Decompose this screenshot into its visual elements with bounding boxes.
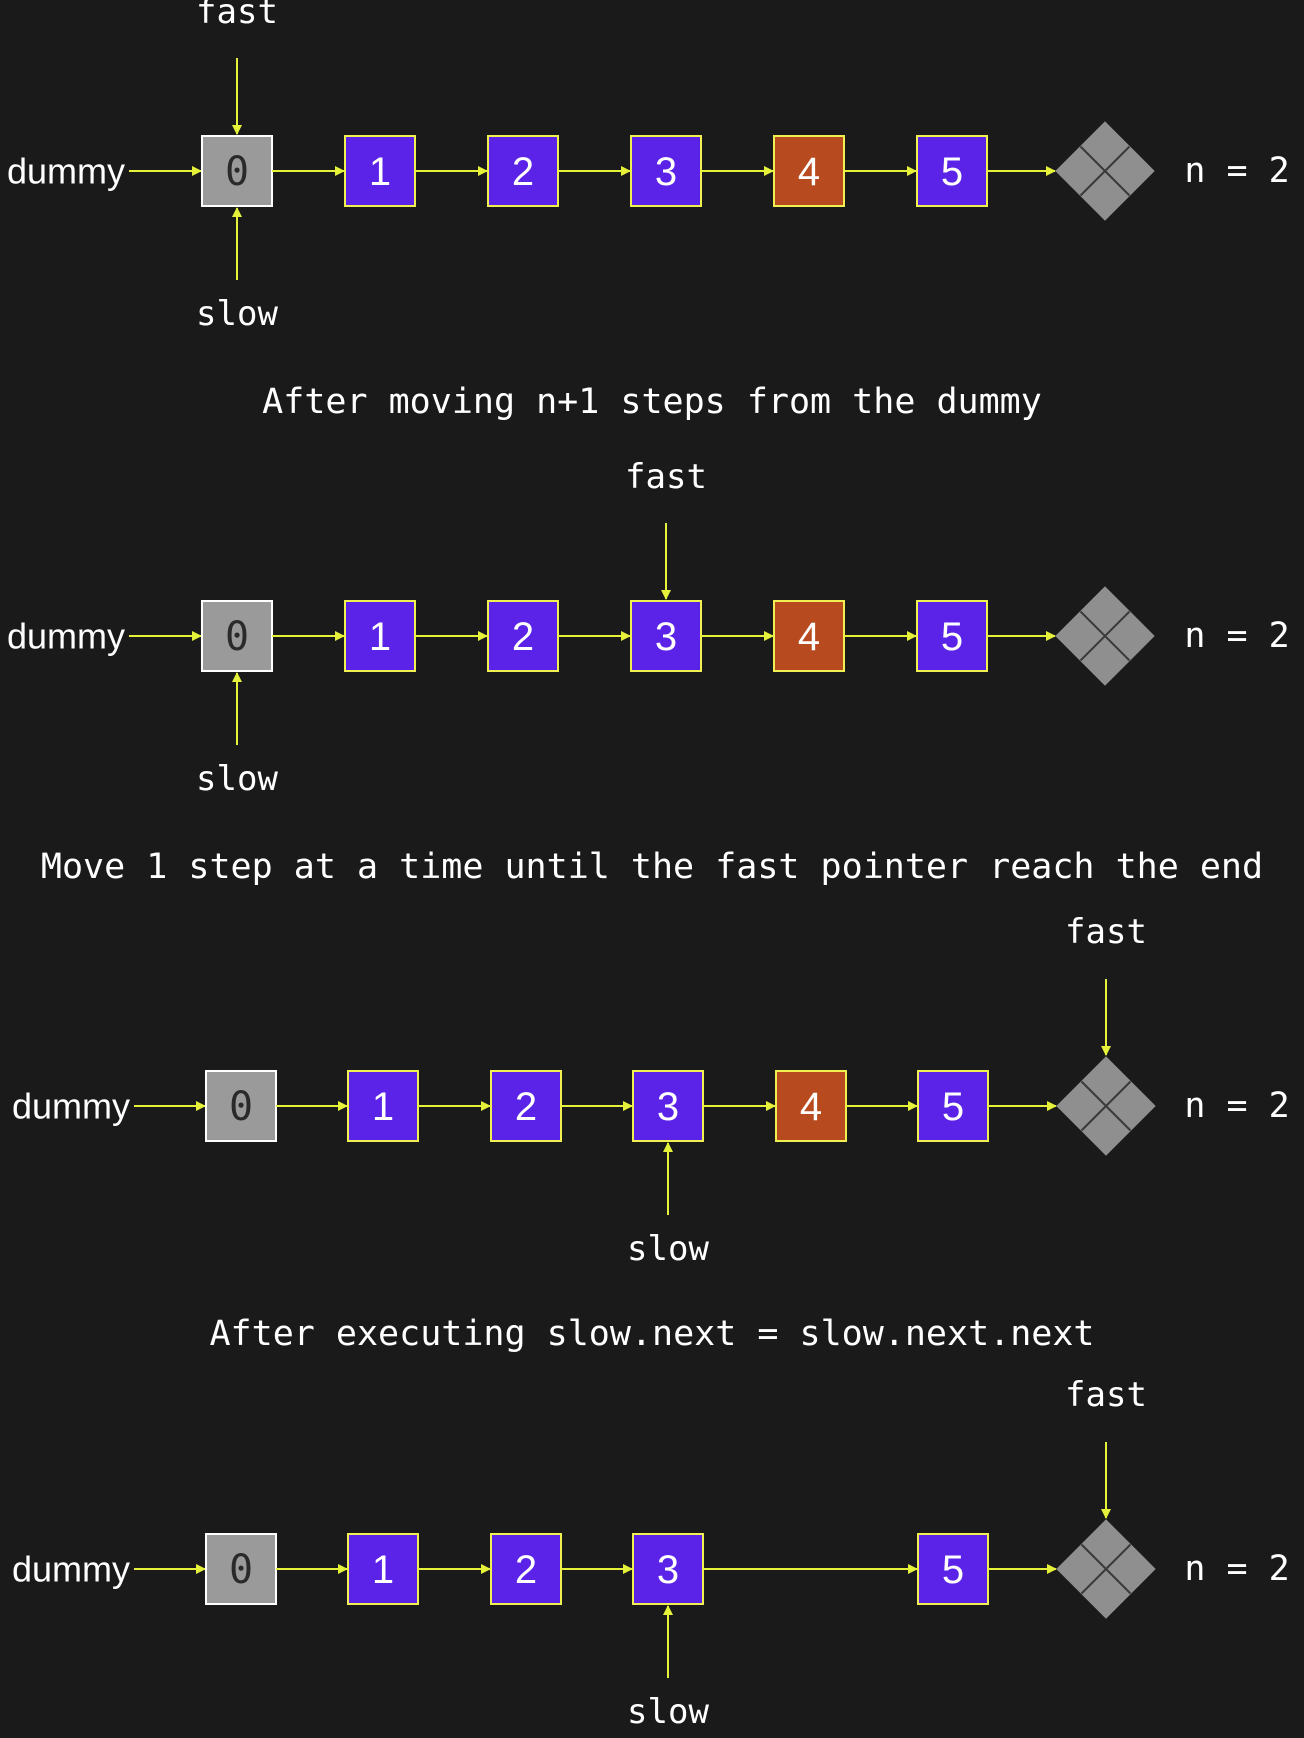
fast-pointer-label: fast <box>1065 1375 1147 1415</box>
slow-pointer-label: slow <box>196 294 278 334</box>
caption-after-delete: After executing slow.next = slow.next.ne… <box>209 1314 1094 1354</box>
slow-pointer-label: slow <box>627 1229 709 1269</box>
fast-pointer-label: fast <box>196 0 278 32</box>
node-value: 1 <box>372 1548 394 1592</box>
linked-list-diagram: After moving n+1 steps from the dummy Mo… <box>7 0 1290 1732</box>
node-value: 2 <box>512 615 534 659</box>
fast-pointer-label: fast <box>625 457 707 497</box>
node-value: 2 <box>512 150 534 194</box>
dummy-label: dummy <box>12 1086 130 1127</box>
dummy-label: dummy <box>12 1549 130 1590</box>
node-value: 1 <box>369 150 391 194</box>
node-value: 4 <box>798 150 820 194</box>
n-label: n = 2 <box>1184 1086 1289 1126</box>
stage-1: dummy 0 1 2 3 4 5 n = 2 fast slow <box>7 0 1290 334</box>
node-value: 5 <box>942 1548 964 1592</box>
node-value: 2 <box>515 1548 537 1592</box>
caption-move-until-end: Move 1 step at a time until the fast poi… <box>41 847 1263 887</box>
slow-pointer-label: slow <box>627 1692 709 1732</box>
node-value: 1 <box>372 1085 394 1129</box>
n-label: n = 2 <box>1184 151 1289 191</box>
node-value: 3 <box>657 1085 679 1129</box>
fast-pointer-label: fast <box>1065 912 1147 952</box>
node-value: 4 <box>798 615 820 659</box>
node-value: 0 <box>225 614 249 660</box>
node-value: 1 <box>369 615 391 659</box>
node-value: 3 <box>655 615 677 659</box>
dummy-label: dummy <box>7 151 125 192</box>
n-label: n = 2 <box>1184 1549 1289 1589</box>
stage-4: dummy 0 1 2 3 5 n = 2 fast slow <box>12 1375 1290 1732</box>
slow-pointer-label: slow <box>196 759 278 799</box>
node-value: 3 <box>655 150 677 194</box>
stage-3: dummy 0 1 2 3 4 5 n = 2 fast slow <box>12 912 1290 1269</box>
n-label: n = 2 <box>1184 616 1289 656</box>
node-value: 0 <box>229 1084 253 1130</box>
stage-2: dummy 0 1 2 3 4 5 n = 2 fast slow <box>7 457 1290 799</box>
node-value: 2 <box>515 1085 537 1129</box>
node-value: 0 <box>229 1547 253 1593</box>
caption-after-n-plus-1: After moving n+1 steps from the dummy <box>262 382 1042 422</box>
node-value: 3 <box>657 1548 679 1592</box>
node-value: 4 <box>800 1085 822 1129</box>
node-value: 5 <box>941 615 963 659</box>
node-value: 5 <box>941 150 963 194</box>
dummy-label: dummy <box>7 616 125 657</box>
node-value: 0 <box>225 149 249 195</box>
node-value: 5 <box>942 1085 964 1129</box>
